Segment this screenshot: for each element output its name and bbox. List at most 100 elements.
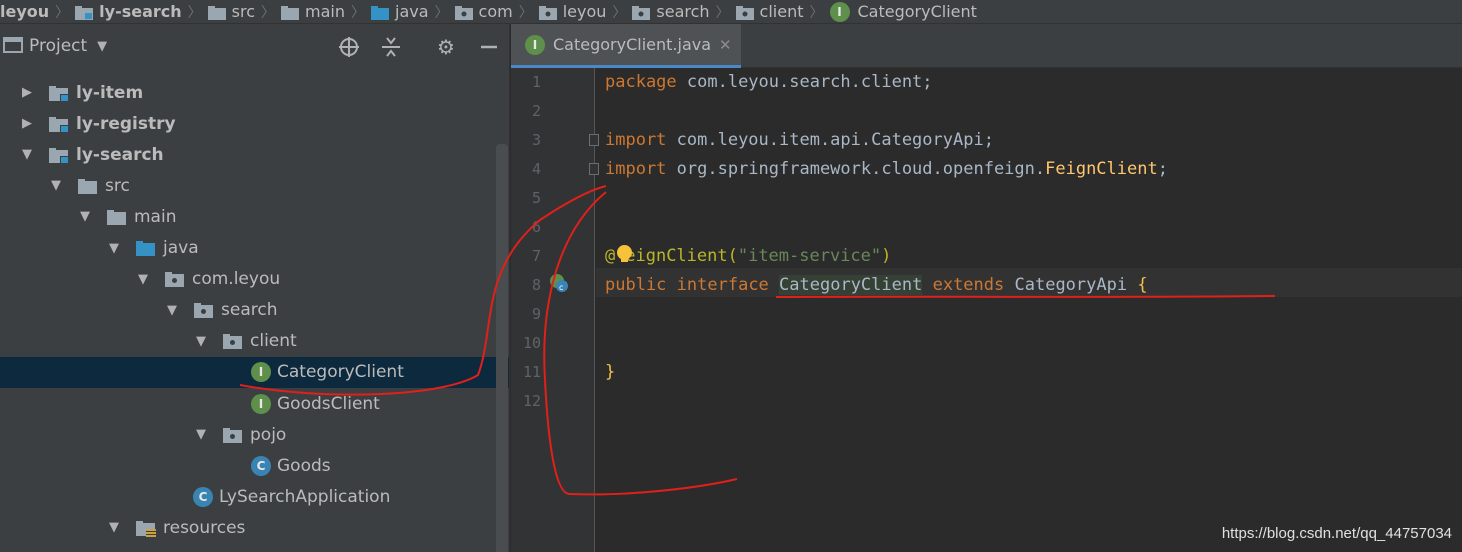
breadcrumb-item[interactable]: client [730,0,804,23]
tree-scrollbar[interactable] [496,144,508,552]
tree-node-categoryclient[interactable]: I CategoryClient [0,356,509,388]
project-view-title[interactable]: Project [29,36,87,56]
breadcrumb-label: ly-search [99,2,182,21]
breadcrumb-label: leyou [562,2,607,21]
fold-end-icon[interactable] [589,163,599,175]
line-number: 5 [531,189,541,207]
breadcrumb-item[interactable]: com [449,0,513,23]
breadcrumb-item[interactable]: search [626,0,710,23]
breadcrumb-label: src [231,2,256,21]
tree-node-lysearchapplication[interactable]: C LySearchApplication [0,481,509,512]
chevron-down-icon[interactable]: ▼ [136,272,150,287]
chevron-down-icon[interactable]: ▼ [78,209,92,224]
module-folder-icon [75,5,94,20]
project-tree: ▶ ly-item ▶ ly-registry ▼ ly-search ▼ src ▼ main ▼… [0,68,509,552]
collapse-all-icon[interactable] [380,36,402,58]
chevron-down-icon[interactable]: ▼ [194,427,208,442]
chevron-down-icon[interactable]: ▼ [20,147,34,162]
breadcrumb: leyou 〉 ly-search 〉 src 〉 main 〉 java 〉 com 〉 leyou 〉… [0,0,1462,24]
tree-node-client[interactable]: ▼ client [0,326,509,357]
chevron-down-icon[interactable]: ▼ [97,39,107,54]
tab-categoryclient-java[interactable]: I CategoryClient.java ✕ [511,24,741,68]
breadcrumb-label: CategoryClient [857,2,977,21]
tree-node-label: ly-search [76,144,164,165]
tree-node-java[interactable]: ▼ java [0,233,509,264]
folder-icon [106,208,128,226]
chevron-down-icon[interactable]: ▼ [194,334,208,349]
chevron-right-icon[interactable]: ▶ [20,116,34,131]
tree-node-src[interactable]: ▼ src [0,170,509,201]
tree-node-main[interactable]: ▼ main [0,201,509,232]
tree-node-search[interactable]: ▼ search [0,295,509,326]
tree-node-label: main [134,206,177,227]
tree-node-resources[interactable]: ▼ resources [0,512,509,543]
tree-node-label: resources [163,517,246,538]
package-icon [193,301,215,319]
breadcrumb-separator-icon: 〉 [434,4,449,21]
code-line-3[interactable]: import com.leyou.item.api.CategoryApi; [605,126,994,155]
code-line-1[interactable]: package com.leyou.search.client; [605,68,933,97]
tree-node-label: CategoryClient [277,362,404,383]
module-icon [48,115,70,133]
tree-node-label: src [105,175,130,196]
breadcrumb-item[interactable]: ly-search [69,0,182,23]
folder-icon [207,5,226,20]
intention-bulb-icon[interactable] [617,245,632,262]
watermark: https://blog.csdn.net/qq_44757034 [1221,525,1452,542]
breadcrumb-separator-icon: 〉 [518,4,533,21]
chevron-right-icon[interactable]: ▶ [20,85,34,100]
breadcrumb-label: client [759,2,804,21]
code-line-7[interactable]: @ eignClient("item-service") [605,242,891,271]
breadcrumb-separator-icon: 〉 [261,4,276,21]
breadcrumb-item[interactable]: main [275,0,345,23]
package-icon [735,5,754,20]
code-line-11[interactable]: } [605,358,615,387]
line-number: 7 [531,247,541,265]
breadcrumb-item[interactable]: src [202,0,256,23]
tree-node-ly-item[interactable]: ▶ ly-item [0,77,509,108]
implemented-gutter-icon[interactable]: c [549,273,569,293]
breadcrumb-item[interactable]: leyou [533,0,607,23]
tree-node-label: pojo [250,424,287,445]
resources-folder-icon [135,519,157,537]
minimize-icon[interactable] [478,36,500,58]
tree-node-label: GoodsClient [277,393,380,414]
code-line-4[interactable]: import org.springframework.cloud.openfei… [605,155,1168,184]
tree-node-ly-registry[interactable]: ▶ ly-registry [0,108,509,139]
line-number: 10 [522,334,541,352]
breadcrumb-separator-icon: 〉 [809,4,824,21]
interface-icon: I [829,1,850,22]
code-editor[interactable]: 1 2 3 4 5 6 7 8 9 10 11 12 package com.leyou.search… [511,68,1462,552]
tree-node-goods[interactable]: C Goods [0,450,509,481]
package-icon [222,426,244,444]
tree-node-ly-search[interactable]: ▼ ly-search [0,139,509,170]
breadcrumb-item[interactable]: leyou [0,0,49,23]
interface-icon: I [251,362,271,383]
code-line-8[interactable]: public interface CategoryClient extends … [605,271,1148,300]
package-icon [632,5,651,20]
tree-node-com-leyou[interactable]: ▼ com.leyou [0,264,509,295]
breadcrumb-separator-icon: 〉 [351,4,365,21]
locate-target-icon[interactable] [338,36,360,58]
chevron-down-icon[interactable]: ▼ [107,241,121,256]
breadcrumb-separator-icon: 〉 [55,4,70,21]
package-icon [454,5,473,20]
chevron-down-icon[interactable]: ▼ [49,178,63,193]
breadcrumb-label: java [395,2,429,21]
close-icon[interactable]: ✕ [719,36,732,54]
breadcrumb-separator-icon: 〉 [715,4,730,21]
breadcrumb-item[interactable]: java [365,0,429,23]
tree-node-label: LySearchApplication [219,486,391,507]
tree-node-pojo[interactable]: ▼ pojo [0,419,509,450]
fold-start-icon[interactable] [589,134,599,146]
breadcrumb-item[interactable]: I CategoryClient [824,0,977,23]
source-folder-icon [371,5,389,20]
project-panel-header: Project ▼ ⚙ [0,24,509,68]
line-number: 9 [531,305,541,323]
tree-node-label: com.leyou [192,269,281,290]
chevron-down-icon[interactable]: ▼ [165,303,179,318]
chevron-down-icon[interactable]: ▼ [107,520,121,535]
gear-icon[interactable]: ⚙ [435,36,457,58]
tree-node-label: ly-item [76,82,144,103]
tree-node-goodsclient[interactable]: I GoodsClient [0,388,509,419]
